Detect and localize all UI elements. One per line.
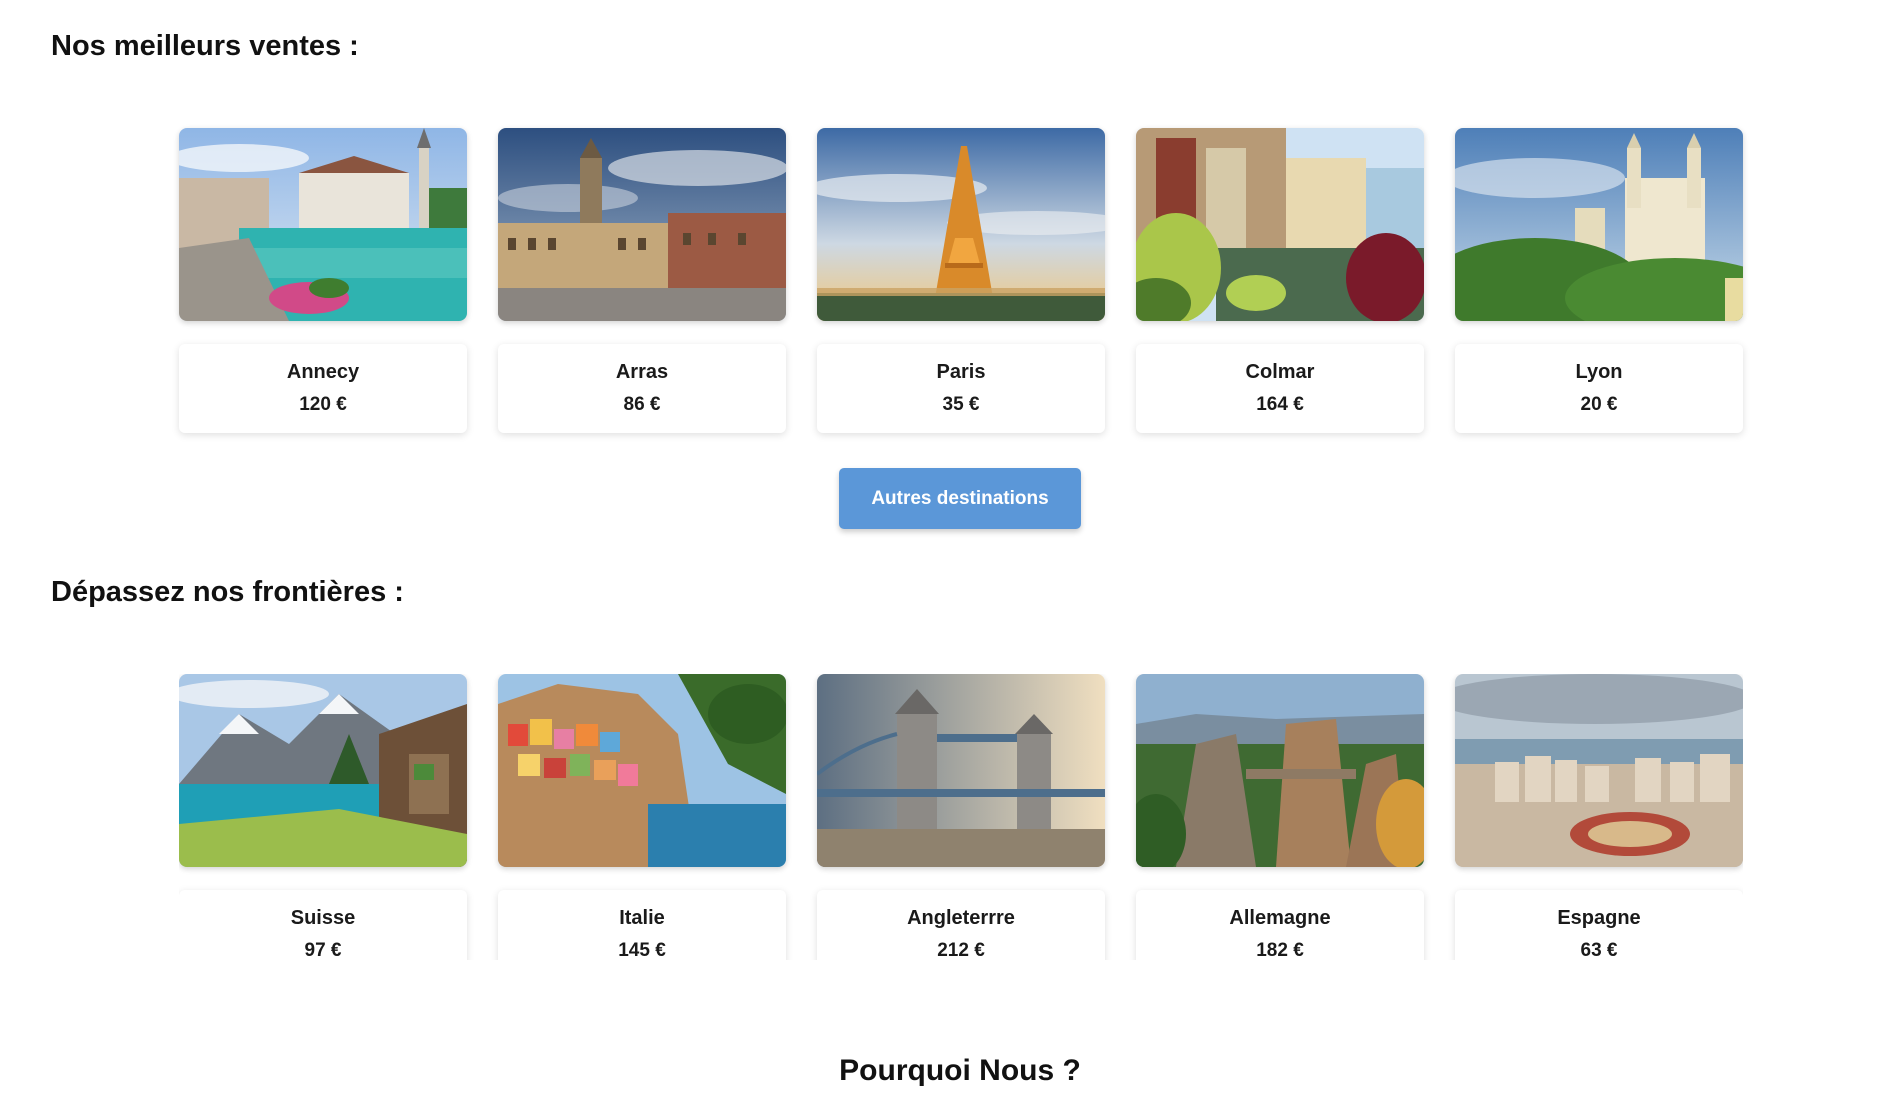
destination-card-espagne[interactable]: Espagne 63 € [1455, 674, 1743, 960]
destination-price: 145 € [618, 940, 666, 960]
destination-info: Colmar 164 € [1136, 344, 1424, 433]
swiss-lake-mountains-photo[interactable] [179, 674, 467, 867]
destination-card-italie[interactable]: Italie 145 € [498, 674, 786, 960]
destination-name: Lyon [1575, 361, 1623, 383]
why-us-title: Pourquoi Nous ? [0, 1054, 1898, 1088]
destination-info: Annecy 120 € [179, 344, 467, 433]
destination-price: 212 € [937, 940, 985, 960]
abroad-grid: Suisse 97 € Italie 145 € Angleterrre 212… [179, 674, 1743, 960]
destination-price: 63 € [1580, 940, 1618, 960]
destination-info: Angleterrre 212 € [817, 890, 1105, 960]
destination-card-angleterre[interactable]: Angleterrre 212 € [817, 674, 1105, 960]
destination-name: Angleterrre [907, 907, 1015, 929]
destination-price: 182 € [1256, 940, 1304, 960]
destination-name: Arras [615, 361, 669, 383]
abroad-title: Dépassez nos frontières : [51, 576, 404, 608]
destination-name: Colmar [1245, 361, 1315, 383]
destination-card-arras[interactable]: Arras 86 € [498, 128, 786, 433]
malaga-bullring-photo[interactable] [1455, 674, 1743, 867]
destination-price: 164 € [1256, 394, 1304, 415]
why-us-title-text: Pourquoi Nous ? [839, 1054, 1081, 1087]
destination-info: Espagne 63 € [1455, 890, 1743, 960]
bestsellers-title: Nos meilleurs ventes : [51, 30, 359, 62]
destination-name: Espagne [1557, 907, 1641, 929]
page: Nos meilleurs ventes : Annecy 120 € Arra… [0, 0, 1898, 1101]
destination-price: 20 € [1580, 394, 1618, 415]
destination-name: Paris [936, 361, 986, 383]
destination-card-annecy[interactable]: Annecy 120 € [179, 128, 467, 433]
destination-price: 120 € [299, 394, 347, 415]
other-destinations-button[interactable]: Autres destinations [839, 468, 1081, 529]
destination-price: 97 € [304, 940, 342, 960]
destination-info: Allemagne 182 € [1136, 890, 1424, 960]
destination-info: Italie 145 € [498, 890, 786, 960]
bestsellers-grid: Annecy 120 € Arras 86 € Paris 35 € Colma… [179, 128, 1743, 433]
destination-name: Annecy [286, 361, 360, 383]
destination-card-allemagne[interactable]: Allemagne 182 € [1136, 674, 1424, 960]
paris-eiffel-tower-photo[interactable] [817, 128, 1105, 321]
destination-info: Suisse 97 € [179, 890, 467, 960]
destination-name: Italie [619, 907, 665, 929]
lyon-fourviere-photo[interactable] [1455, 128, 1743, 321]
annecy-canal-photo[interactable] [179, 128, 467, 321]
destination-price: 86 € [623, 394, 661, 415]
tower-bridge-photo[interactable] [817, 674, 1105, 867]
destination-card-suisse[interactable]: Suisse 97 € [179, 674, 467, 960]
colmar-canal-photo[interactable] [1136, 128, 1424, 321]
destination-price: 35 € [942, 394, 980, 415]
destination-info: Paris 35 € [817, 344, 1105, 433]
destination-info: Lyon 20 € [1455, 344, 1743, 433]
arras-square-photo[interactable] [498, 128, 786, 321]
destination-card-lyon[interactable]: Lyon 20 € [1455, 128, 1743, 433]
destination-card-paris[interactable]: Paris 35 € [817, 128, 1105, 433]
destination-name: Allemagne [1229, 907, 1331, 929]
destination-card-colmar[interactable]: Colmar 164 € [1136, 128, 1424, 433]
destination-name: Suisse [290, 907, 356, 929]
bastei-bridge-photo[interactable] [1136, 674, 1424, 867]
cinque-terre-photo[interactable] [498, 674, 786, 867]
destination-info: Arras 86 € [498, 344, 786, 433]
